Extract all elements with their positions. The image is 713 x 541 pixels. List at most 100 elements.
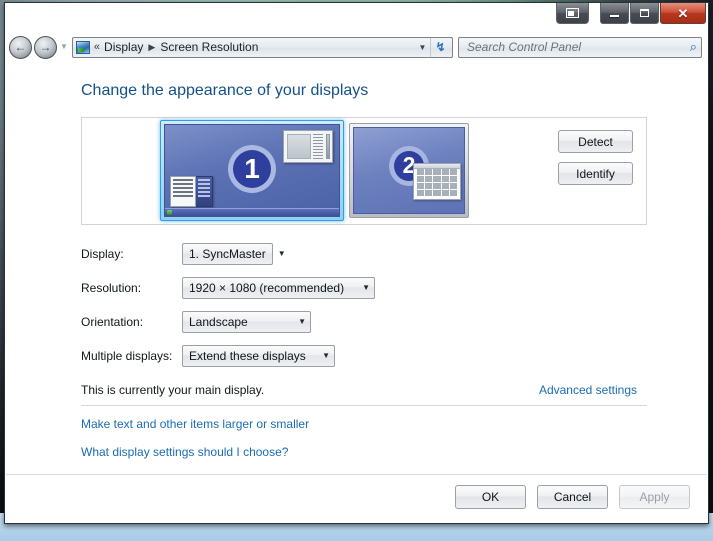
monitor-preview-2[interactable]: 2 <box>349 123 469 218</box>
breadcrumb-screen-resolution[interactable]: Screen Resolution <box>160 40 258 54</box>
display-preview-panel[interactable]: 1 2 Detect Identify <box>81 117 647 225</box>
refresh-icon[interactable]: ↯ <box>430 37 450 57</box>
calendar-cell <box>417 183 425 189</box>
identify-button[interactable]: Identify <box>558 162 633 185</box>
resolution-dropdown[interactable]: 1920 × 1080 (recommended) ▼ <box>182 277 375 299</box>
history-chevron-down-icon[interactable]: ▼ <box>60 43 68 51</box>
calendar-cell <box>433 176 441 182</box>
start-menu-row <box>173 183 193 185</box>
main-display-status: This is currently your main display. <box>81 383 265 397</box>
form-row-orientation: Orientation: Landscape ▼ <box>81 311 311 333</box>
breadcrumb-display[interactable]: Display <box>104 40 143 54</box>
orientation-dropdown-value: Landscape <box>189 315 248 329</box>
window-content: Change the appearance of your displays 1… <box>5 63 708 523</box>
maximize-icon <box>640 9 649 17</box>
calendar-cell <box>449 190 457 196</box>
calendar-cell <box>449 183 457 189</box>
calendar-cell <box>441 169 449 175</box>
advanced-settings-link[interactable]: Advanced settings <box>539 383 637 397</box>
make-text-larger-link[interactable]: Make text and other items larger or smal… <box>81 417 309 431</box>
address-bar[interactable]: « Display ▶ Screen Resolution ▼ ↯ <box>71 36 453 58</box>
aero-peek-icon <box>566 8 579 18</box>
breadcrumb-overflow-icon[interactable]: « <box>94 41 100 53</box>
start-menu-row <box>198 191 210 193</box>
start-menu-row <box>198 179 210 181</box>
calendar-cell <box>433 183 441 189</box>
close-icon: ✕ <box>677 5 689 21</box>
multiple-displays-dropdown[interactable]: Extend these displays ▼ <box>182 345 335 367</box>
footer-divider <box>6 474 707 475</box>
back-button[interactable]: ← <box>9 35 32 59</box>
start-menu-right-pane <box>196 176 213 207</box>
display-icon <box>75 40 90 54</box>
window-controls: ✕ <box>555 3 706 27</box>
calendar-cell <box>425 176 433 182</box>
chevron-down-icon: ▼ <box>322 351 330 360</box>
nav-buttons: ← → ▼ <box>9 35 72 59</box>
monitor-1-taskbar <box>165 208 339 216</box>
dialog-buttons: OK Cancel Apply <box>455 485 690 509</box>
calendar-cell <box>433 169 441 175</box>
orientation-dropdown[interactable]: Landscape ▼ <box>182 311 311 333</box>
start-menu-row <box>198 187 210 189</box>
calendar-grid <box>417 169 457 196</box>
monitor-1-screen: 1 <box>164 124 340 217</box>
chevron-down-icon: ▼ <box>362 283 370 292</box>
section-divider <box>81 405 647 406</box>
forward-button[interactable]: → <box>34 35 57 59</box>
maximize-button[interactable] <box>630 3 659 24</box>
calendar-cell <box>417 169 425 175</box>
minimize-icon <box>610 15 619 17</box>
calendar-cell <box>425 169 433 175</box>
monitor-2-screen: 2 <box>353 127 465 214</box>
thumbnail-pane-right <box>313 134 323 159</box>
thumbnail-pane-left <box>287 134 311 159</box>
calendar-cell <box>417 176 425 182</box>
detect-button[interactable]: Detect <box>558 130 633 153</box>
monitor-1-start-menu-thumbnail <box>170 176 213 207</box>
back-arrow-icon: ← <box>14 40 27 54</box>
form-row-multiple-displays: Multiple displays: Extend these displays… <box>81 345 335 367</box>
start-menu-row <box>173 179 193 181</box>
chevron-down-icon: ▼ <box>298 317 306 326</box>
display-label: Display: <box>81 247 124 261</box>
aero-peek-button[interactable] <box>556 3 589 24</box>
resolution-dropdown-value: 1920 × 1080 (recommended) <box>189 281 345 295</box>
calendar-cell <box>449 169 457 175</box>
chevron-right-icon: ▶ <box>148 41 156 52</box>
minimize-button[interactable] <box>600 3 629 24</box>
monitor-preview-1[interactable]: 1 <box>160 120 344 221</box>
window-titlebar: ✕ <box>5 3 708 31</box>
what-display-settings-link[interactable]: What display settings should I choose? <box>81 445 288 459</box>
calendar-cell <box>433 190 441 196</box>
search-box[interactable]: ⌕ <box>458 36 702 58</box>
cancel-button[interactable]: Cancel <box>537 485 608 509</box>
display-dropdown-value: 1. SyncMaster <box>189 247 266 261</box>
chevron-down-icon: ▼ <box>277 249 286 258</box>
monitor-number-badge-1: 1 <box>228 144 276 193</box>
search-icon[interactable]: ⌕ <box>690 39 697 55</box>
calendar-cell <box>441 176 449 182</box>
forward-arrow-icon: → <box>39 40 52 54</box>
start-menu-row <box>198 183 210 185</box>
form-row-display: Display: 1. SyncMaster ▼ <box>81 243 286 265</box>
start-menu-row <box>173 187 193 189</box>
start-menu-row <box>173 195 193 197</box>
address-dropdown-icon[interactable]: ▼ <box>415 38 430 57</box>
multiple-displays-label: Multiple displays: <box>81 349 173 363</box>
calendar-cell <box>441 183 449 189</box>
preview-action-buttons: Detect Identify <box>558 130 633 185</box>
calendar-cell <box>449 176 457 182</box>
resolution-label: Resolution: <box>81 281 142 295</box>
monitor-2-calendar-thumbnail <box>413 163 461 200</box>
close-button[interactable]: ✕ <box>660 3 706 24</box>
navigation-bar: ← → ▼ « Display ▶ Screen Resolution ▼ ↯ … <box>5 31 708 63</box>
ok-button[interactable]: OK <box>455 485 526 509</box>
thumbnail-scrollbar <box>326 134 330 159</box>
page-title: Change the appearance of your displays <box>81 82 369 99</box>
display-dropdown[interactable]: 1. SyncMaster ▼ <box>182 243 286 265</box>
start-menu-left-pane <box>170 176 196 207</box>
calendar-cell <box>425 190 433 196</box>
search-input[interactable] <box>465 39 688 55</box>
calendar-cell <box>441 190 449 196</box>
